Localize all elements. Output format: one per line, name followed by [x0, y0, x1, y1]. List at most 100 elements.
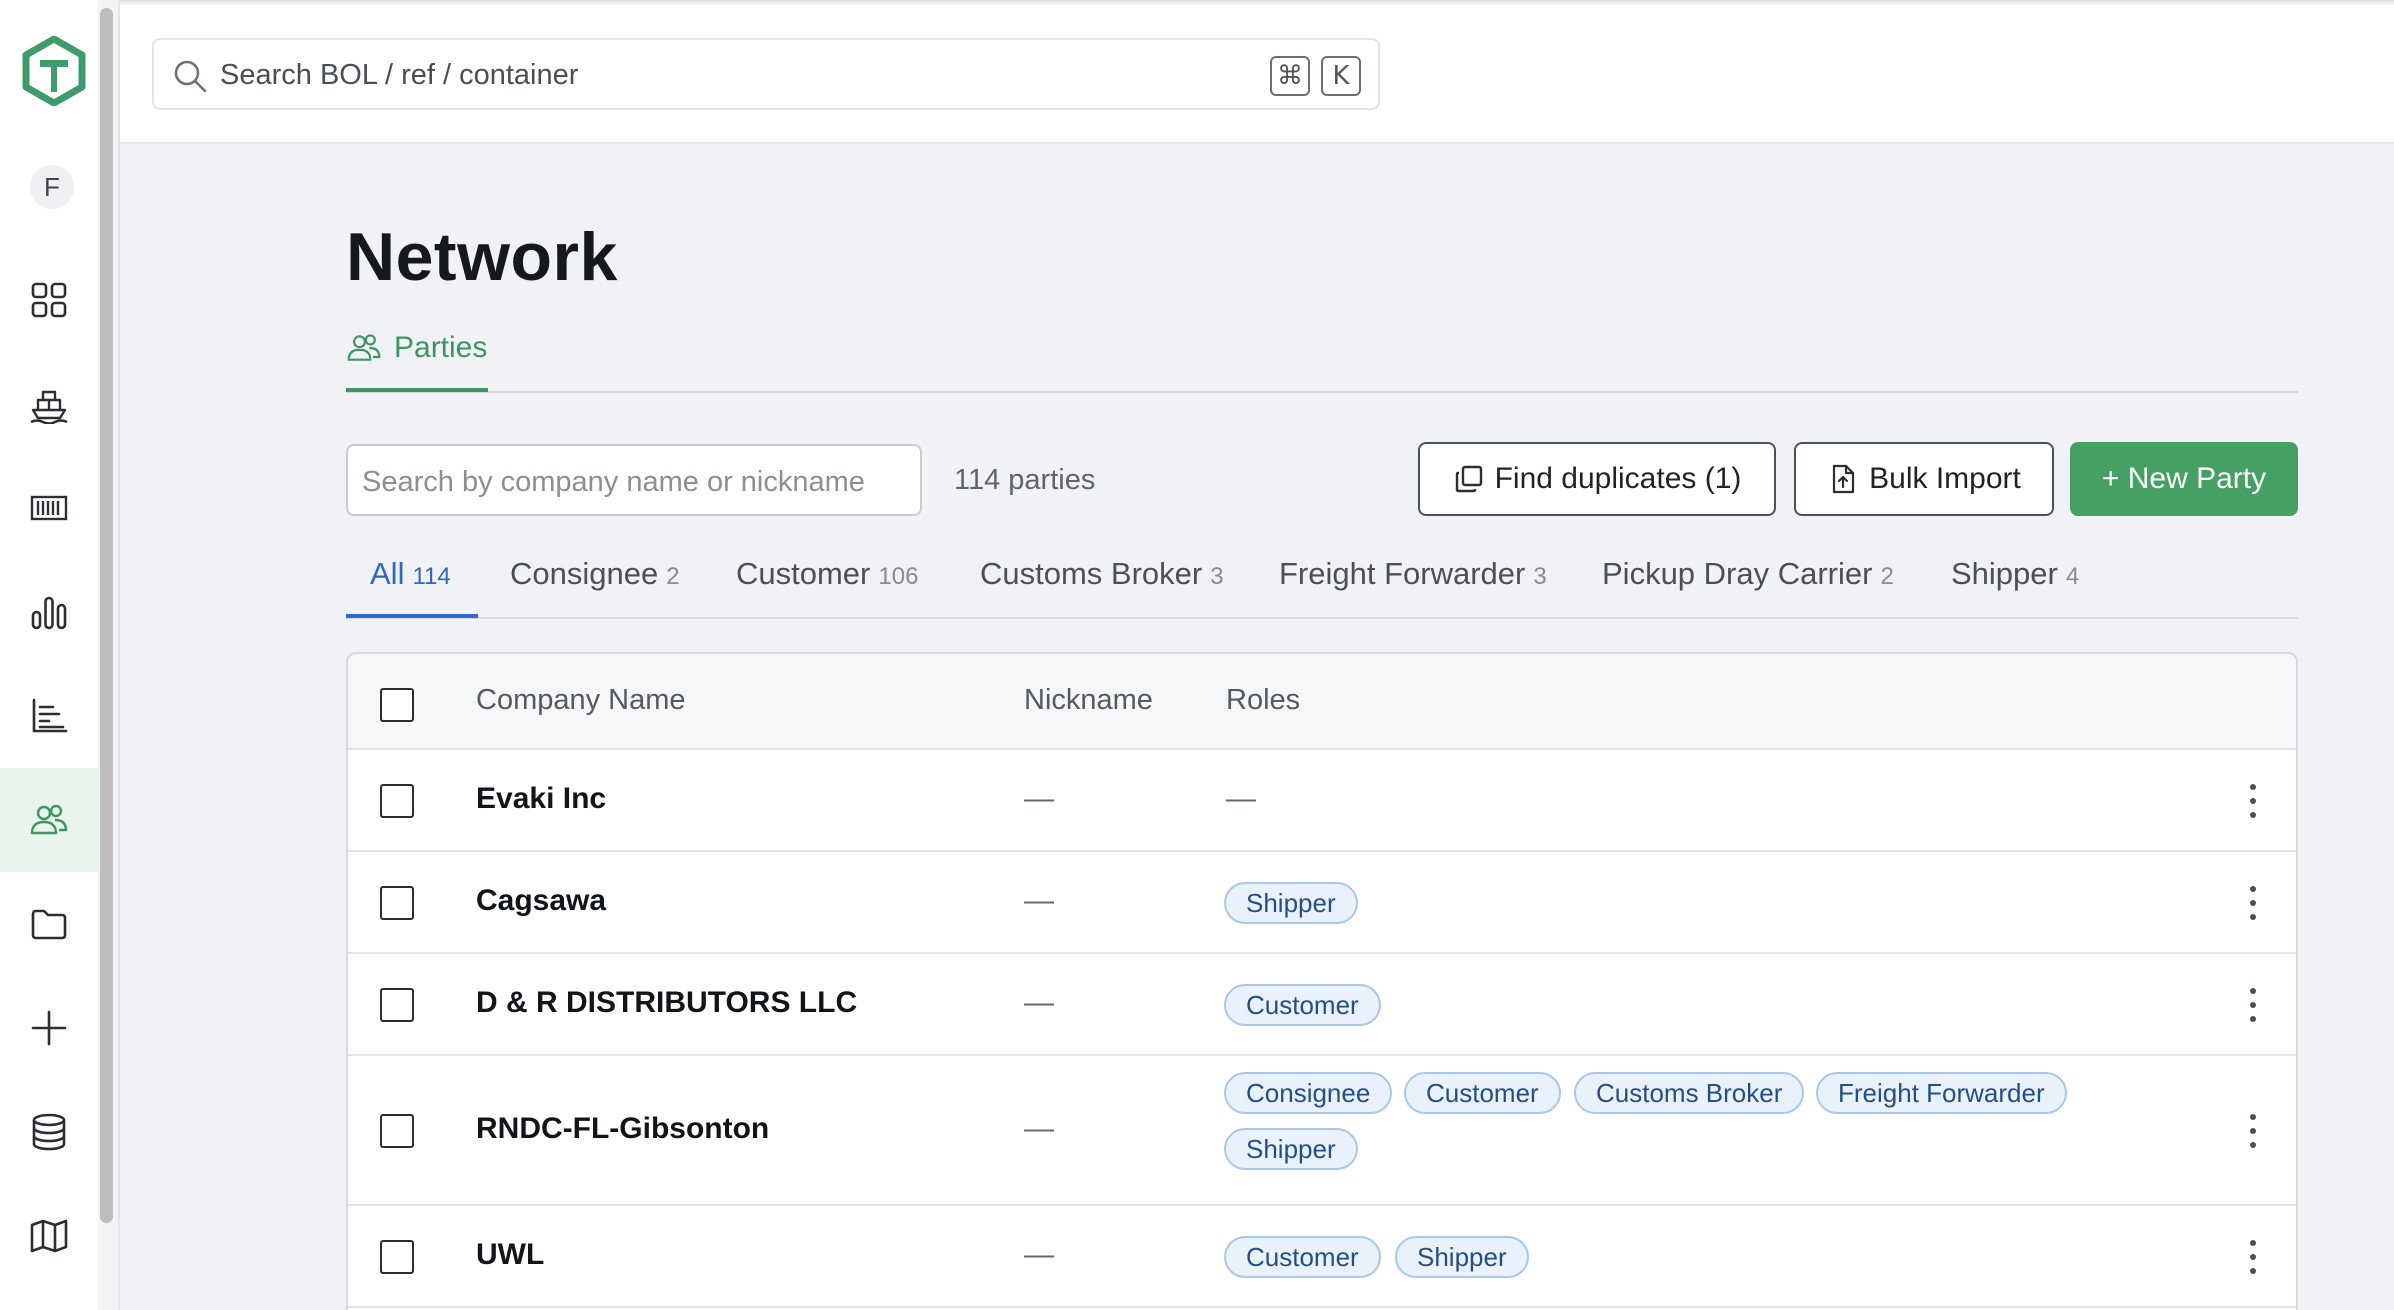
- bulk-import-button[interactable]: Bulk Import: [1794, 442, 2054, 516]
- role-chip-shipper: Shipper: [1395, 1236, 1529, 1278]
- filter-label: Pickup Dray Carrier: [1602, 556, 1873, 591]
- party-search-input[interactable]: Search by company name or nickname: [346, 444, 922, 516]
- row-actions-kebab-icon[interactable]: [2248, 1240, 2258, 1274]
- k-key-hint: K: [1321, 56, 1361, 96]
- sidebar: F: [0, 0, 98, 1310]
- row-actions-kebab-icon[interactable]: [2248, 784, 2258, 818]
- find-duplicates-button[interactable]: Find duplicates (1): [1418, 442, 1776, 516]
- list-chart-icon[interactable]: [0, 664, 98, 768]
- nickname-value: —: [1024, 1238, 1054, 1271]
- new-party-label: + New Party: [2101, 462, 2267, 495]
- global-search-input[interactable]: Search BOL / ref / container ⌘ K: [152, 38, 1380, 110]
- parties-table: Company Name Nickname Roles Evaki Inc — …: [346, 652, 2298, 1310]
- role-chip-shipper: Shipper: [1224, 882, 1358, 924]
- plus-icon[interactable]: [0, 976, 98, 1080]
- company-name[interactable]: Cagsawa: [476, 884, 606, 918]
- filter-count: 106: [878, 563, 919, 590]
- map-icon[interactable]: [0, 1184, 98, 1288]
- copy-icon: [1455, 465, 1482, 493]
- role-chip-customer: Customer: [1404, 1072, 1561, 1114]
- tab-parties-label: Parties: [394, 331, 488, 364]
- row-checkbox[interactable]: [380, 1114, 414, 1148]
- role-chip-shipper: Shipper: [1224, 1128, 1358, 1170]
- filter-tab-customer[interactable]: Customer 106: [736, 556, 918, 616]
- container-icon[interactable]: [0, 456, 98, 560]
- find-duplicates-label: Find duplicates (1): [1494, 462, 1742, 495]
- row-actions-kebab-icon[interactable]: [2248, 1114, 2258, 1148]
- command-key-hint: ⌘: [1270, 56, 1310, 96]
- bar-chart-icon[interactable]: [0, 560, 98, 664]
- table-row[interactable]: Evaki Inc — —: [348, 750, 2296, 852]
- party-count: 114 parties: [954, 464, 1096, 496]
- company-name[interactable]: RNDC-FL-Gibsonton: [476, 1112, 769, 1146]
- filter-tab-pickup-dray-carrier[interactable]: Pickup Dray Carrier 2: [1602, 556, 1894, 616]
- new-party-button[interactable]: + New Party: [2070, 442, 2298, 516]
- tab-parties-underline: [346, 388, 488, 392]
- filter-count: 2: [1880, 563, 1894, 590]
- row-checkbox[interactable]: [380, 1240, 414, 1274]
- filter-count: 114: [412, 563, 451, 590]
- role-chip-customer: Customer: [1224, 984, 1381, 1026]
- people-icon: [347, 334, 381, 361]
- table-row[interactable]: D & R DISTRIBUTORS LLC — Customer: [348, 954, 2296, 1056]
- roles-value: —: [1226, 782, 1256, 815]
- filter-count: 3: [1210, 563, 1224, 590]
- filter-tab-all-underline: [346, 614, 478, 618]
- folder-icon[interactable]: [0, 872, 98, 976]
- row-actions-kebab-icon[interactable]: [2248, 886, 2258, 920]
- tab-parties[interactable]: Parties: [346, 330, 487, 366]
- page-title: Network: [346, 219, 618, 295]
- row-checkbox[interactable]: [380, 988, 414, 1022]
- filter-label: Shipper: [1951, 556, 2058, 591]
- file-upload-icon: [1833, 464, 1855, 494]
- table-row[interactable]: RNDC-FL-Gibsonton — Consignee Customer C…: [348, 1056, 2296, 1206]
- search-icon: [174, 60, 207, 93]
- select-all-checkbox[interactable]: [380, 688, 414, 722]
- company-name[interactable]: D & R DISTRIBUTORS LLC: [476, 986, 857, 1020]
- table-header: Company Name Nickname Roles: [348, 654, 2296, 750]
- filter-count: 4: [2065, 563, 2080, 590]
- section-divider: [346, 391, 2298, 393]
- nickname-value: —: [1024, 884, 1054, 917]
- role-chip-consignee: Consignee: [1224, 1072, 1393, 1114]
- ship-icon[interactable]: [0, 352, 98, 456]
- filter-count: 3: [1533, 563, 1547, 590]
- filter-tab-consignee[interactable]: Consignee 2: [510, 556, 680, 616]
- nickname-value: —: [1024, 782, 1054, 815]
- filter-label: Freight Forwarder: [1279, 556, 1526, 591]
- filter-count: 2: [666, 563, 680, 590]
- nickname-value: —: [1024, 986, 1054, 1019]
- company-name[interactable]: Evaki Inc: [476, 782, 606, 816]
- company-name[interactable]: UWL: [476, 1238, 544, 1272]
- table-row[interactable]: Cagsawa — Shipper: [348, 852, 2296, 954]
- filter-tab-shipper[interactable]: Shipper 4: [1951, 556, 2079, 616]
- people-icon[interactable]: [0, 768, 98, 872]
- bulk-import-label: Bulk Import: [1869, 462, 2021, 495]
- database-icon[interactable]: [0, 1080, 98, 1184]
- filter-tabs-divider: [346, 617, 2298, 619]
- app-logo-icon[interactable]: [22, 36, 86, 106]
- row-checkbox[interactable]: [380, 784, 414, 818]
- nickname-value: —: [1024, 1112, 1054, 1145]
- role-chip-customer: Customer: [1224, 1236, 1381, 1278]
- sidebar-scrollbar[interactable]: [100, 8, 113, 1223]
- party-search-placeholder: Search by company name or nickname: [362, 466, 865, 498]
- column-company-name[interactable]: Company Name: [476, 684, 686, 717]
- column-roles[interactable]: Roles: [1226, 684, 1300, 717]
- avatar[interactable]: F: [30, 165, 74, 209]
- row-checkbox[interactable]: [380, 886, 414, 920]
- filter-label: All: [370, 556, 405, 591]
- filter-tab-freight-forwarder[interactable]: Freight Forwarder 3: [1279, 556, 1547, 616]
- sidebar-divider: [118, 0, 120, 1310]
- filter-tab-all[interactable]: All 114: [370, 556, 451, 616]
- filter-tab-customs-broker[interactable]: Customs Broker 3: [980, 556, 1224, 616]
- global-search-placeholder: Search BOL / ref / container: [220, 59, 579, 91]
- table-row[interactable]: UWL — Customer Shipper: [348, 1206, 2296, 1308]
- top-bar-shadow: [120, 0, 2394, 6]
- row-actions-kebab-icon[interactable]: [2248, 988, 2258, 1022]
- column-nickname[interactable]: Nickname: [1024, 684, 1153, 717]
- filter-label: Customer: [736, 556, 871, 591]
- role-chip-freight-forwarder: Freight Forwarder: [1816, 1072, 2067, 1114]
- filter-label: Customs Broker: [980, 556, 1203, 591]
- dashboard-grid-icon[interactable]: [0, 248, 98, 352]
